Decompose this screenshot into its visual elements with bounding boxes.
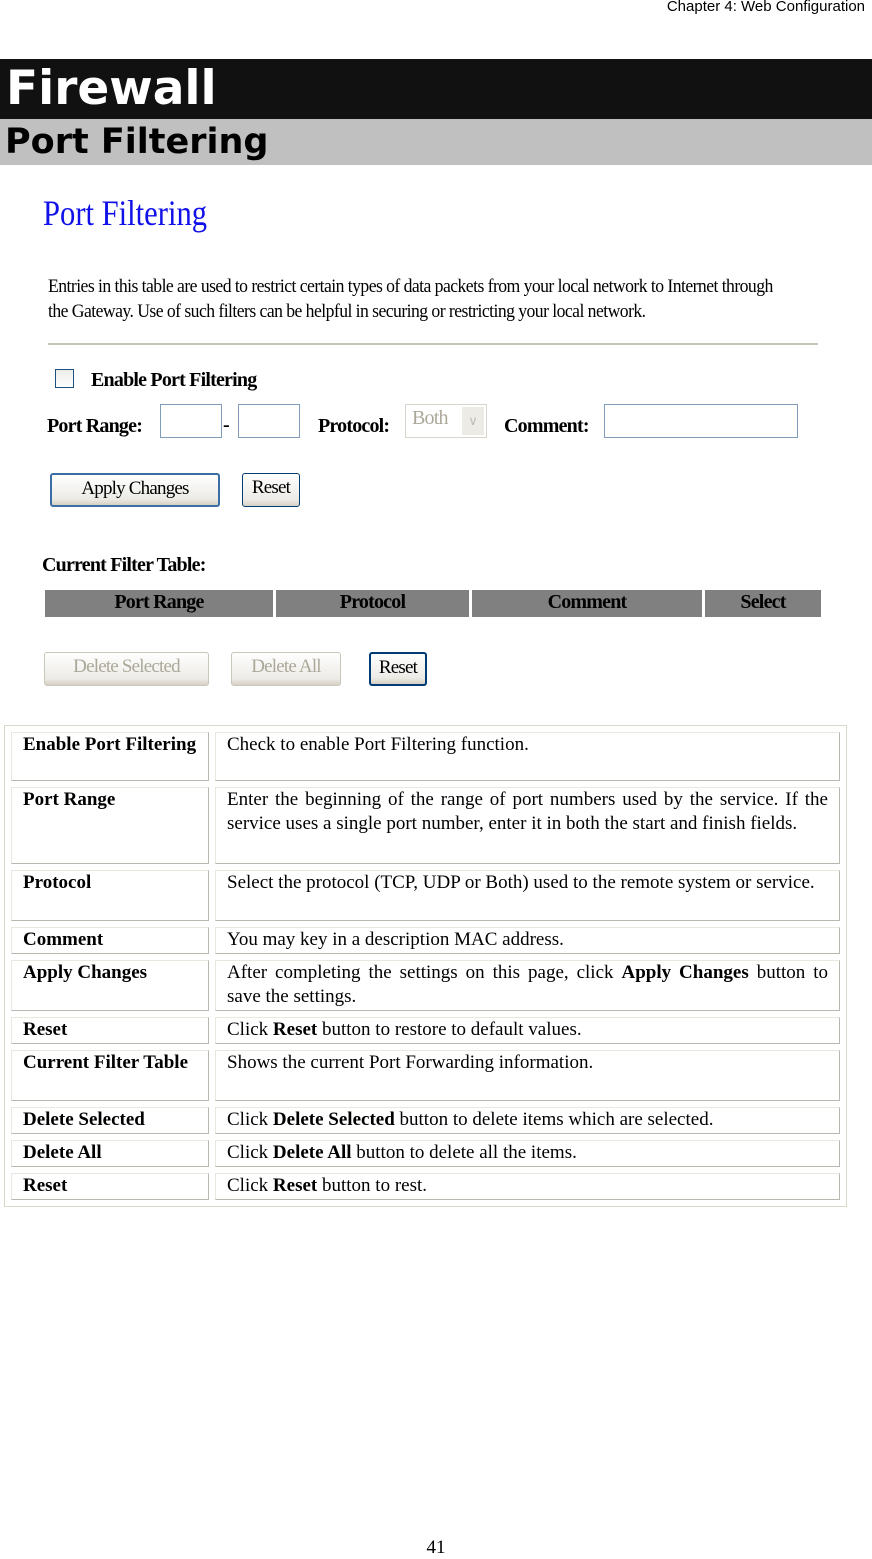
row-label: Delete Selected [11,1107,209,1134]
desc-text: After completing the settings on this pa… [227,962,622,983]
desc-text: Click [227,1175,273,1196]
screenshot-intro: Entries in this table are used to restri… [48,276,773,322]
chapter-header: Chapter 4: Web Configuration [666,0,865,15]
protocol-select[interactable]: Both ∨ [405,404,487,438]
port-start-input[interactable] [160,404,222,438]
divider [48,343,818,345]
col-select: Select [705,590,821,617]
current-filter-table-label: Current Filter Table: [42,554,206,576]
desc-text: Enter the beginning of the range of port… [227,789,828,834]
page-number: 41 [426,1537,446,1558]
desc-text-end: button to delete items which are selecte… [394,1109,714,1130]
delete-all-button[interactable]: Delete All [231,652,341,686]
table-row: Enable Port Filtering Check to enable Por… [11,732,840,781]
desc-text-end: button to rest. [317,1175,428,1196]
comment-label: Comment: [504,415,589,437]
protocol-label: Protocol: [318,415,390,437]
row-label: Protocol [11,870,209,921]
row-description: Click Delete Selected button to delete i… [215,1107,840,1134]
row-description: You may key in a description MAC address… [215,927,840,954]
row-label: Delete All [11,1140,209,1167]
screenshot-title: Port Filtering [43,193,208,233]
row-description: Shows the current Port Forwarding inform… [215,1050,840,1101]
reset-button[interactable]: Reset [242,473,300,507]
row-description: Select the protocol (TCP, UDP or Both) u… [215,870,840,921]
row-label: Comment [11,927,209,954]
description-table: Enable Port Filtering Check to enable Por… [4,725,847,1207]
comment-input[interactable] [604,404,798,438]
row-description: Check to enable Port Filtering function. [215,732,840,781]
dash: - [223,414,230,436]
section-title: Firewall [6,61,217,116]
table-row: Apply Changes After completing the settin… [11,960,840,1011]
row-label: Current Filter Table [11,1050,209,1101]
row-description: Click Reset button to restore to default… [215,1017,840,1044]
desc-text-end: button to restore to default values. [317,1019,582,1040]
col-protocol: Protocol [276,590,469,617]
desc-text: Click [227,1142,273,1163]
col-comment: Comment [472,590,702,617]
port-end-input[interactable] [238,404,300,438]
section-subtitle: Port Filtering [5,122,269,162]
row-label: Apply Changes [11,960,209,1011]
table-row: Reset Click Reset button to restore to de… [11,1017,840,1044]
row-description: After completing the settings on this pa… [215,960,840,1011]
desc-text: Check to enable Port Filtering function. [227,734,529,755]
row-description: Enter the beginning of the range of port… [215,787,840,864]
desc-text: You may key in a description MAC address… [227,929,564,950]
reset-table-button[interactable]: Reset [369,652,427,686]
delete-selected-button[interactable]: Delete Selected [44,652,209,686]
row-label: Enable Port Filtering [11,732,209,781]
desc-bold: Apply Changes [621,962,749,983]
row-label: Reset [11,1017,209,1044]
row-label: Reset [11,1173,209,1200]
desc-text: Shows the current Port Forwarding inform… [227,1052,594,1073]
apply-changes-button[interactable]: Apply Changes [50,473,220,507]
enable-port-filtering-checkbox[interactable] [55,369,74,388]
desc-text: Select the protocol (TCP, UDP or Both) u… [227,872,815,893]
row-description: Click Reset button to rest. [215,1173,840,1200]
table-row: Reset Click Reset button to rest. [11,1173,840,1200]
enable-label: Enable Port Filtering [91,369,257,391]
table-row: Delete All Click Delete All button to del… [11,1140,840,1167]
table-row: Delete Selected Click Delete Selected but… [11,1107,840,1134]
col-port-range: Port Range [45,590,273,617]
chevron-down-icon: ∨ [462,407,484,435]
desc-bold: Reset [272,1019,318,1040]
table-row: Comment You may key in a description MAC … [11,927,840,954]
desc-text-end: button to delete all the items. [351,1142,577,1163]
row-label: Port Range [11,787,209,864]
desc-bold: Delete Selected [272,1109,395,1130]
desc-bold: Delete All [272,1142,352,1163]
table-row: Port Range Enter the beginning of the ran… [11,787,840,864]
protocol-value: Both [412,407,448,429]
table-row: Protocol Select the protocol (TCP, UDP or… [11,870,840,921]
desc-text: Click [227,1109,273,1130]
row-description: Click Delete All button to delete all th… [215,1140,840,1167]
table-row: Current Filter Table Shows the current Po… [11,1050,840,1101]
desc-bold: Reset [272,1175,318,1196]
desc-text: Click [227,1019,273,1040]
port-range-label: Port Range: [47,415,143,437]
